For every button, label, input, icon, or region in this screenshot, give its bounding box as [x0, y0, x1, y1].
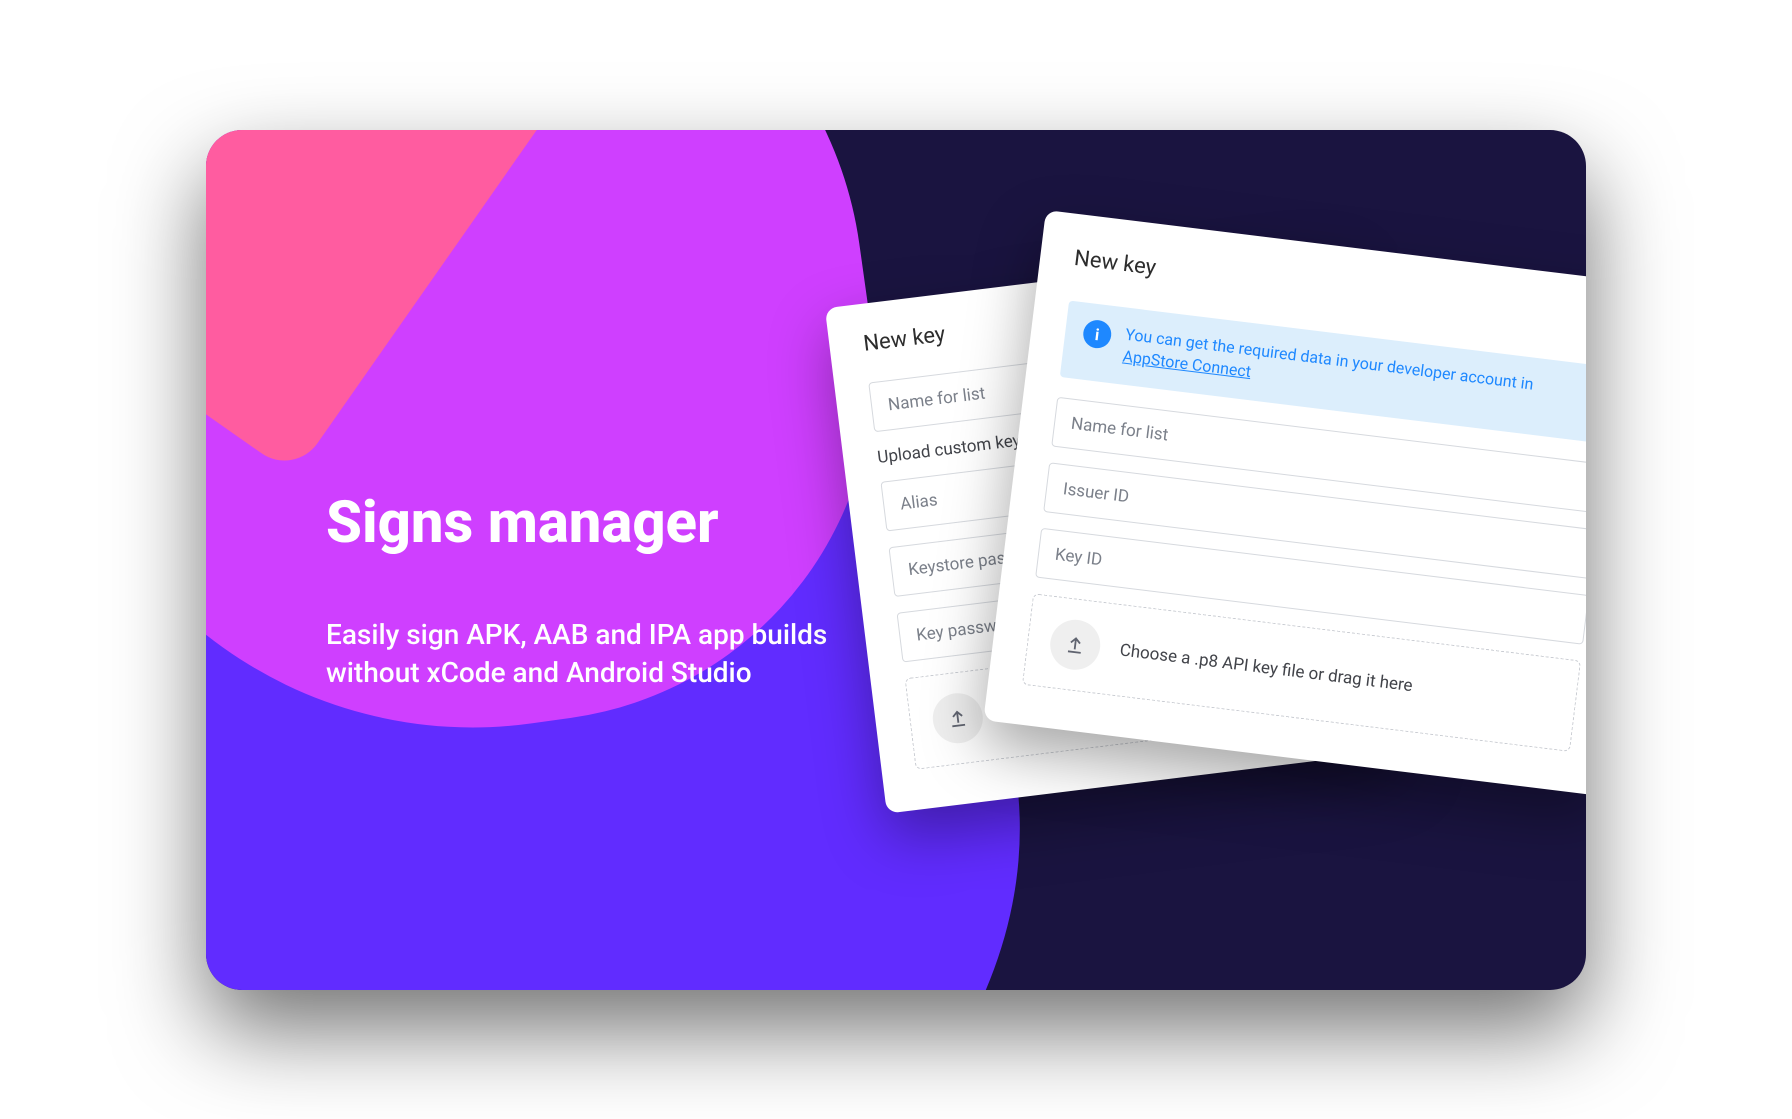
promo-text: Signs manager Easily sign APK, AAB and I…: [326, 490, 846, 692]
info-text: You can get the required data in your de…: [1121, 323, 1534, 418]
dialog-title: New key: [1073, 245, 1158, 280]
upload-icon: [930, 690, 986, 746]
info-icon: i: [1082, 318, 1113, 349]
promo-title: Signs manager: [326, 490, 846, 557]
dropzone-label: Choose a .p8 API key file or drag it her…: [1119, 640, 1414, 696]
upload-icon: [1047, 616, 1103, 672]
promo-card: Signs manager Easily sign APK, AAB and I…: [206, 130, 1586, 990]
promo-subtitle: Easily sign APK, AAB and IPA app builds …: [326, 616, 846, 692]
ios-key-dialog: New key × i You can get the required dat…: [983, 210, 1586, 796]
dialog-title: New key: [862, 321, 947, 356]
